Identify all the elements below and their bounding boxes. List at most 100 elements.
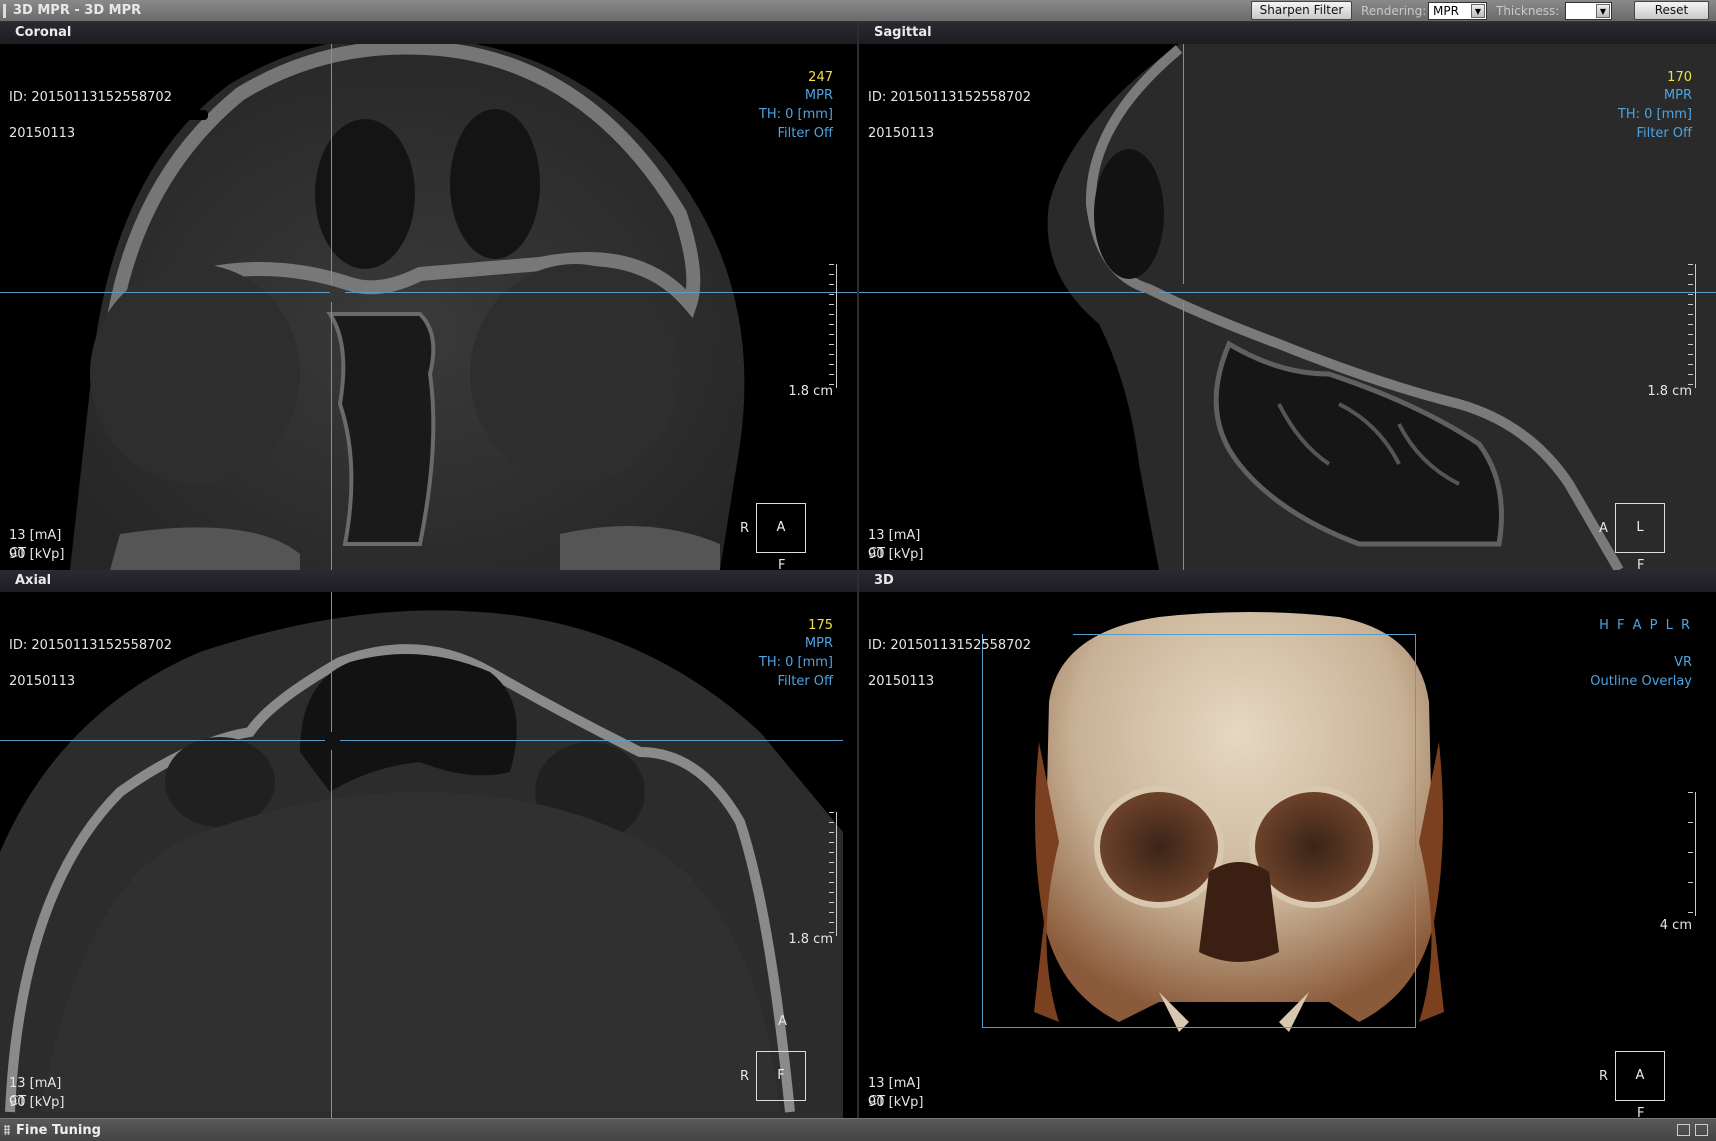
fine-tuning-title: Fine Tuning bbox=[16, 1123, 101, 1138]
crosshair-vertical[interactable] bbox=[1183, 302, 1184, 570]
study-date: 20150113 bbox=[9, 126, 76, 141]
tube-current: 13 [mA] bbox=[9, 1076, 62, 1091]
thickness-select[interactable]: ▼ bbox=[1565, 2, 1612, 20]
coronal-ct-image bbox=[70, 44, 745, 570]
orientation-bottom: F bbox=[1637, 1106, 1645, 1118]
coronal-viewport[interactable] bbox=[0, 44, 857, 570]
outline-overlay-bottom bbox=[982, 1027, 1416, 1028]
window-titlebar: 3D MPR - 3D MPR Sharpen Filter Rendering… bbox=[0, 0, 1716, 22]
crosshair-horizontal[interactable] bbox=[859, 292, 1144, 293]
3d-title: 3D bbox=[874, 573, 894, 588]
orientation-left: A bbox=[1599, 521, 1608, 536]
tube-current: 13 [mA] bbox=[868, 1076, 921, 1091]
filter-status: Filter Off bbox=[777, 674, 833, 689]
crosshair-horizontal[interactable] bbox=[340, 740, 843, 741]
outline-overlay-top bbox=[1073, 634, 1416, 635]
axial-header: Axial bbox=[0, 570, 857, 592]
redaction-mark bbox=[140, 110, 208, 120]
render-mode: MPR bbox=[1663, 88, 1692, 103]
3d-viewport[interactable] bbox=[859, 592, 1716, 1118]
axial-pane[interactable]: Axial 175 ID: 20150113152558702 MPR TH: … bbox=[0, 570, 857, 1118]
orientation-shortcuts[interactable]: H F A P L R bbox=[1599, 618, 1692, 633]
outline-overlay-label: Outline Overlay bbox=[1590, 674, 1692, 689]
crosshair-horizontal[interactable] bbox=[0, 740, 325, 741]
filter-status: Filter Off bbox=[1636, 126, 1692, 141]
sagittal-ct-image bbox=[1047, 44, 1716, 570]
scale-ruler bbox=[829, 264, 837, 388]
axial-title: Axial bbox=[15, 573, 52, 588]
filter-status: Filter Off bbox=[777, 126, 833, 141]
orientation-top: A bbox=[778, 1014, 787, 1029]
study-date: 20150113 bbox=[9, 674, 76, 689]
crosshair-vertical[interactable] bbox=[1183, 44, 1184, 284]
reset-button[interactable]: Reset bbox=[1634, 1, 1709, 20]
rendering-label: Rendering: bbox=[1361, 4, 1427, 18]
orientation-left: R bbox=[740, 1069, 750, 1084]
folder-icon[interactable] bbox=[1695, 1124, 1708, 1136]
rendering-select-value: MPR bbox=[1433, 4, 1459, 18]
orientation-cube[interactable]: F bbox=[756, 1051, 806, 1101]
window-title: 3D MPR - 3D MPR bbox=[13, 3, 142, 18]
thickness-readout: TH: 0 [mm] bbox=[1617, 107, 1692, 122]
study-date: 20150113 bbox=[868, 674, 935, 689]
chevron-down-icon[interactable]: ▼ bbox=[1596, 4, 1610, 18]
save-icon[interactable] bbox=[1677, 1124, 1690, 1136]
scale-label: 1.8 cm bbox=[1647, 384, 1692, 399]
rendering-select[interactable]: MPR ▼ bbox=[1428, 2, 1487, 20]
modality-label: CT bbox=[868, 546, 886, 561]
titlebar-grip bbox=[3, 4, 6, 18]
axial-viewport[interactable] bbox=[0, 592, 857, 1118]
slice-number: 170 bbox=[1667, 70, 1692, 85]
tube-current: 13 [mA] bbox=[9, 528, 62, 543]
crosshair-horizontal[interactable] bbox=[1159, 292, 1716, 293]
slice-number: 247 bbox=[808, 70, 833, 85]
scale-label: 1.8 cm bbox=[788, 932, 833, 947]
coronal-header: Coronal bbox=[0, 22, 857, 44]
orientation-left: R bbox=[740, 521, 750, 536]
3d-pane[interactable]: 3D ID: 20150113152558702 H F A P L R VR … bbox=[859, 570, 1716, 1118]
orientation-bottom: F bbox=[1637, 558, 1645, 570]
crosshair-vertical[interactable] bbox=[331, 44, 332, 284]
fine-tuning-panel-bar[interactable]: Fine Tuning bbox=[0, 1118, 1716, 1141]
3d-skull-render bbox=[1034, 612, 1444, 1032]
chevron-down-icon[interactable]: ▼ bbox=[1471, 4, 1485, 18]
crosshair-vertical[interactable] bbox=[331, 592, 332, 732]
outline-overlay-left bbox=[982, 634, 983, 1028]
drag-handle-icon[interactable] bbox=[4, 1125, 10, 1135]
slice-number: 175 bbox=[808, 618, 833, 633]
3d-header: 3D bbox=[859, 570, 1716, 592]
patient-id: ID: 20150113152558702 bbox=[868, 90, 1031, 105]
crosshair-vertical[interactable] bbox=[331, 750, 332, 1118]
sagittal-viewport[interactable] bbox=[859, 44, 1716, 570]
coronal-pane[interactable]: Coronal 247 ID: 20150113152558702 MPR TH… bbox=[0, 22, 857, 570]
thickness-label: Thickness: bbox=[1496, 4, 1560, 18]
sagittal-header: Sagittal bbox=[859, 22, 1716, 44]
sharpen-filter-button[interactable]: Sharpen Filter bbox=[1251, 1, 1352, 20]
crosshair-vertical[interactable] bbox=[331, 302, 332, 570]
modality-label: CT bbox=[868, 1094, 886, 1109]
patient-id: ID: 20150113152558702 bbox=[868, 638, 1031, 653]
outline-overlay-right bbox=[1415, 634, 1416, 1028]
pane-divider[interactable] bbox=[857, 22, 859, 1118]
modality-label: CT bbox=[9, 1094, 27, 1109]
orientation-cube[interactable]: L bbox=[1615, 503, 1665, 553]
crosshair-horizontal[interactable] bbox=[0, 292, 330, 293]
modality-label: CT bbox=[9, 546, 27, 561]
sagittal-pane[interactable]: Sagittal 170 ID: 20150113152558702 MPR T… bbox=[859, 22, 1716, 570]
render-mode: VR bbox=[1674, 655, 1692, 670]
render-mode: MPR bbox=[804, 636, 833, 651]
study-date: 20150113 bbox=[868, 126, 935, 141]
orientation-bottom: F bbox=[778, 558, 786, 570]
orientation-cube[interactable]: A bbox=[756, 503, 806, 553]
scale-ruler bbox=[1688, 792, 1696, 916]
orientation-cube[interactable]: A bbox=[1615, 1051, 1665, 1101]
render-mode: MPR bbox=[804, 88, 833, 103]
axial-ct-image bbox=[0, 610, 843, 1118]
scale-ruler bbox=[829, 812, 837, 936]
coronal-title: Coronal bbox=[15, 25, 72, 40]
scale-label: 4 cm bbox=[1659, 918, 1692, 933]
patient-id: ID: 20150113152558702 bbox=[9, 90, 172, 105]
thickness-readout: TH: 0 [mm] bbox=[758, 107, 833, 122]
crosshair-horizontal[interactable] bbox=[345, 292, 857, 293]
scale-ruler bbox=[1688, 264, 1696, 388]
